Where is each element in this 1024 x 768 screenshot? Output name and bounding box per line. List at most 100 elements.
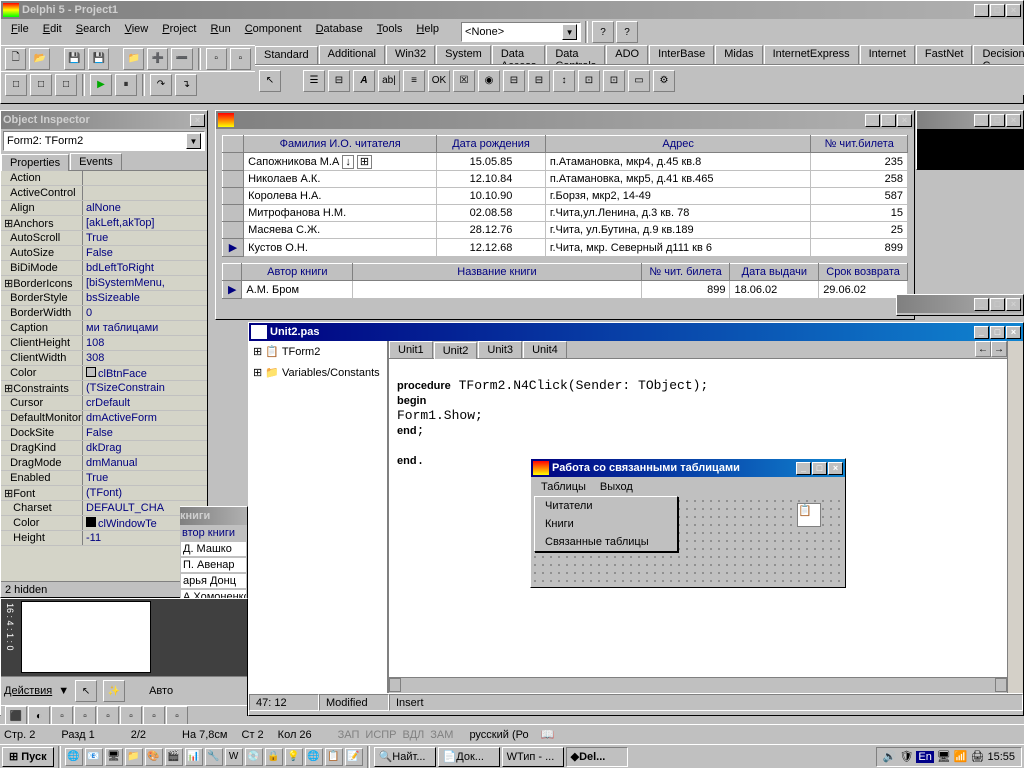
start-button[interactable]: ⊞ Пуск — [2, 747, 54, 767]
task-delphi[interactable]: ◆ Del... — [566, 747, 628, 767]
prop-row[interactable]: CharsetDEFAULT_CHA — [1, 501, 207, 516]
ql1-icon[interactable]: 🌐 — [65, 748, 83, 766]
oi-selector[interactable]: Form2: TForm2 ▼ — [3, 131, 205, 151]
palette-tab[interactable]: Data Controls — [546, 45, 605, 64]
minimize-btn[interactable]: _ — [974, 4, 989, 17]
prop-row[interactable]: ActiveControl — [1, 186, 207, 201]
dlg-min[interactable]: _ — [796, 462, 811, 475]
comp-popup-icon[interactable]: ⊟ — [328, 70, 350, 92]
comp-memo-icon[interactable]: ≡ — [403, 70, 425, 92]
df-max[interactable]: □ — [881, 114, 896, 127]
nav-right-icon[interactable]: → — [991, 341, 1007, 357]
maximize-btn[interactable]: □ — [990, 4, 1005, 17]
palette-tab[interactable]: Additional — [319, 45, 385, 64]
prop-row[interactable]: AutoScrollTrue — [1, 231, 207, 246]
dlg-tool-icon[interactable]: 📋 — [797, 503, 821, 527]
unit-tab[interactable]: Unit4 — [523, 341, 567, 358]
ql2-icon[interactable]: 📧 — [85, 748, 103, 766]
prop-row[interactable]: Captionми таблицами — [1, 321, 207, 336]
comp-action-icon[interactable]: ⚙ — [653, 70, 675, 92]
unit-tab[interactable]: Unit3 — [478, 341, 522, 358]
dlg-menu-tables[interactable]: Таблицы — [535, 479, 592, 495]
ce-min[interactable]: _ — [974, 326, 989, 339]
sw2-max[interactable]: □ — [990, 298, 1005, 311]
ce-titlebar[interactable]: Unit2.pas _ □ × — [249, 323, 1023, 341]
code-vscroll[interactable] — [1007, 341, 1023, 693]
unit-tab[interactable]: Unit1 — [389, 341, 433, 358]
saveall-icon[interactable]: 💾 — [88, 48, 109, 70]
palette-tab[interactable]: System — [436, 45, 491, 64]
sw2-titlebar[interactable]: _□× — [897, 295, 1023, 313]
menu-project[interactable]: Project — [156, 21, 202, 43]
prop-row[interactable]: BorderWidth0 — [1, 306, 207, 321]
run-icon[interactable]: ▶ — [90, 74, 112, 96]
list-item[interactable]: арья Донц — [180, 573, 247, 589]
prop-row[interactable]: DefaultMonitordmActiveForm — [1, 411, 207, 426]
sw-min[interactable]: _ — [974, 114, 989, 127]
oi-close-btn[interactable]: × — [190, 114, 205, 127]
comp-radiog-icon[interactable]: ⊡ — [603, 70, 625, 92]
viewform-icon[interactable]: ▫ — [230, 48, 251, 70]
menu-file[interactable]: File — [5, 21, 35, 43]
list-item[interactable]: Д. Машко — [180, 541, 247, 557]
tree-form[interactable]: TForm2 — [282, 346, 321, 358]
removefile-icon[interactable]: ➖ — [171, 48, 192, 70]
comp-radio-icon[interactable]: ◉ — [478, 70, 500, 92]
scroll-left-icon[interactable] — [389, 678, 401, 692]
ql10-icon[interactable]: 💿 — [245, 748, 263, 766]
prop-row[interactable]: Height-11 — [1, 531, 207, 546]
tool-b-icon[interactable]: □ — [30, 74, 52, 96]
ce-close[interactable]: × — [1006, 326, 1021, 339]
drop-readers[interactable]: Читатели — [535, 497, 677, 515]
openproj-icon[interactable]: 📁 — [123, 48, 144, 70]
drop-linked[interactable]: Связанные таблицы — [535, 533, 677, 551]
palette-tab[interactable]: FastNet — [916, 45, 973, 64]
scroll-right-icon[interactable] — [995, 678, 1007, 692]
wand-icon[interactable]: ✨ — [103, 680, 125, 702]
comp-mainmenu-icon[interactable]: ☰ — [303, 70, 325, 92]
ql12-icon[interactable]: 💡 — [285, 748, 303, 766]
prop-row[interactable]: DockSiteFalse — [1, 426, 207, 441]
dlg-menu-exit[interactable]: Выход — [594, 479, 639, 495]
menu-database[interactable]: Database — [310, 21, 369, 43]
plw-title[interactable]: книги — [180, 507, 247, 525]
readers-grid[interactable]: Фамилия И.О. читателяДата рожденияАдрес№… — [222, 135, 908, 257]
ql7-icon[interactable]: 📊 — [185, 748, 203, 766]
pointer-small-icon[interactable]: ↖ — [75, 680, 97, 702]
comp-scroll-icon[interactable]: ↕ — [553, 70, 575, 92]
ql11-icon[interactable]: 🔒 — [265, 748, 283, 766]
prop-row[interactable]: ClientWidth308 — [1, 351, 207, 366]
close-btn[interactable]: × — [1006, 4, 1021, 17]
tray-lang[interactable]: En — [916, 751, 933, 763]
prop-row[interactable]: BiDiModebdLeftToRight — [1, 261, 207, 276]
st-book-icon[interactable]: 📖 — [541, 728, 555, 741]
palette-tab[interactable]: Data Access — [492, 45, 545, 64]
palette-tab[interactable]: Win32 — [386, 45, 435, 64]
menu-edit[interactable]: Edit — [37, 21, 68, 43]
list-item[interactable]: П. Авенар — [180, 557, 247, 573]
ql13-icon[interactable]: 🌐 — [305, 748, 323, 766]
ql4-icon[interactable]: 📁 — [125, 748, 143, 766]
prop-row[interactable]: Action — [1, 171, 207, 186]
tray-icon3[interactable]: 🖥 — [937, 750, 951, 763]
menu-component[interactable]: Component — [239, 21, 308, 43]
viewunit-icon[interactable]: ▫ — [206, 48, 227, 70]
palette-tab[interactable]: Decision C — [973, 45, 1024, 64]
menu-run[interactable]: Run — [205, 21, 237, 43]
unit-tab[interactable]: Unit2 — [434, 342, 478, 359]
tray-icon2[interactable]: 🛡 — [899, 750, 913, 763]
dlg-close[interactable]: × — [828, 462, 843, 475]
oi-tab-properties[interactable]: Properties — [1, 154, 69, 171]
prop-row[interactable]: CursorcrDefault — [1, 396, 207, 411]
tree-vars[interactable]: Variables/Constants — [282, 367, 380, 379]
stepinto-icon[interactable]: ↴ — [175, 74, 197, 96]
nav-left-icon[interactable]: ← — [975, 341, 991, 357]
df-min[interactable]: _ — [865, 114, 880, 127]
sw2-close[interactable]: × — [1006, 298, 1021, 311]
tool-c-icon[interactable]: □ — [55, 74, 77, 96]
ql5-icon[interactable]: 🎨 — [145, 748, 163, 766]
sw2-min[interactable]: _ — [974, 298, 989, 311]
ce-max[interactable]: □ — [990, 326, 1005, 339]
ql14-icon[interactable]: 📋 — [325, 748, 343, 766]
sw-close[interactable]: × — [1006, 114, 1021, 127]
